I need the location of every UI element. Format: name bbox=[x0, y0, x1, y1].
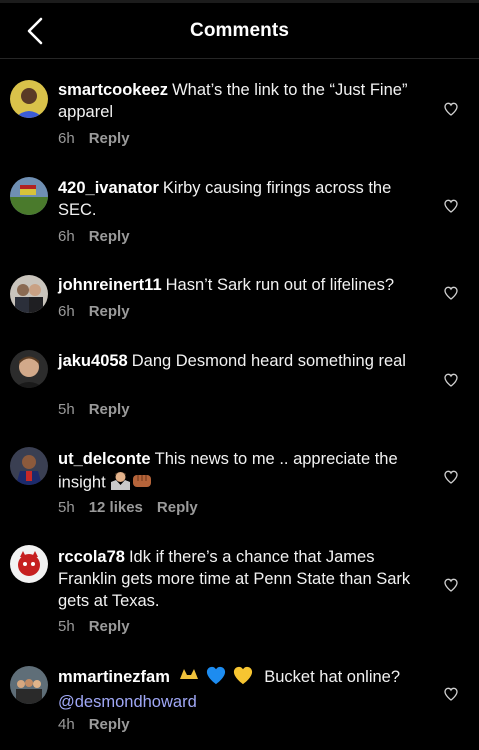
person-shrugging-emoji bbox=[110, 470, 131, 496]
blue-heart-emoji bbox=[205, 665, 227, 691]
heart-icon[interactable] bbox=[443, 372, 459, 388]
comment-meta: 6h Reply bbox=[58, 130, 130, 147]
heart-icon[interactable] bbox=[443, 198, 459, 214]
avatar[interactable] bbox=[10, 177, 48, 215]
heart-icon[interactable] bbox=[443, 469, 459, 485]
hook-em-hand-emoji bbox=[178, 665, 200, 691]
comment-username[interactable]: 420_ivanator bbox=[58, 179, 159, 197]
comment-meta: 5h Reply bbox=[58, 401, 130, 418]
likes-count[interactable]: 12 likes bbox=[89, 499, 143, 516]
comment-time: 6h bbox=[58, 228, 75, 245]
comment-time: 6h bbox=[58, 130, 75, 147]
avatar[interactable] bbox=[10, 80, 48, 118]
avatar[interactable] bbox=[10, 447, 48, 485]
heart-icon[interactable] bbox=[443, 577, 459, 593]
comment-time: 4h bbox=[58, 716, 75, 733]
comment-text: rccola78 Idk if there’s a chance that Jam… bbox=[58, 546, 428, 612]
reply-button[interactable]: Reply bbox=[89, 130, 130, 147]
comment-text: mmartinezfam Bucket hat online? @desmond… bbox=[58, 665, 428, 713]
avatar[interactable] bbox=[10, 545, 48, 583]
status-strip bbox=[0, 0, 479, 3]
comment-time: 5h bbox=[58, 401, 75, 418]
comment-text: 420_ivanator Kirby causing firings across… bbox=[58, 177, 428, 221]
comment-text: ut_delconte This news to me .. appreciate… bbox=[58, 448, 428, 496]
reply-button[interactable]: Reply bbox=[89, 303, 130, 320]
top-bar: Comments bbox=[0, 0, 479, 59]
comment-time: 5h bbox=[58, 499, 75, 516]
comment-body: Dang Desmond heard something real bbox=[131, 352, 406, 370]
comment-meta: 4h Reply bbox=[58, 716, 130, 733]
comment-meta: 5h Reply bbox=[58, 618, 130, 635]
comment-username[interactable]: smartcookeez bbox=[58, 81, 168, 99]
comment-meta: 6h Reply bbox=[58, 228, 130, 245]
comment-username[interactable]: rccola78 bbox=[58, 548, 125, 566]
comment-time: 6h bbox=[58, 303, 75, 320]
comment-username[interactable]: jaku4058 bbox=[58, 352, 128, 370]
comment-body: Hasn’t Sark run out of lifelines? bbox=[165, 276, 394, 294]
avatar[interactable] bbox=[10, 350, 48, 388]
comments-screen: Comments smartcookeez What’s the link to … bbox=[0, 0, 479, 750]
reply-button[interactable]: Reply bbox=[157, 499, 198, 516]
comment-time: 5h bbox=[58, 618, 75, 635]
comment-username[interactable]: johnreinert11 bbox=[58, 276, 162, 294]
heart-icon[interactable] bbox=[443, 101, 459, 117]
avatar[interactable] bbox=[10, 666, 48, 704]
yellow-heart-emoji bbox=[232, 665, 254, 691]
reply-button[interactable]: Reply bbox=[89, 401, 130, 418]
comment-body: Bucket hat online? bbox=[264, 668, 401, 687]
heart-icon[interactable] bbox=[443, 686, 459, 702]
fist-bump-emoji bbox=[131, 470, 153, 496]
page-title: Comments bbox=[190, 20, 289, 41]
reply-button[interactable]: Reply bbox=[89, 618, 130, 635]
heart-icon[interactable] bbox=[443, 285, 459, 301]
comment-username[interactable]: ut_delconte bbox=[58, 450, 151, 468]
comment-text: johnreinert11 Hasn’t Sark run out of life… bbox=[58, 274, 428, 296]
comment-username[interactable]: mmartinezfam bbox=[58, 668, 170, 686]
reply-button[interactable]: Reply bbox=[89, 716, 130, 733]
comment-meta: 6h Reply bbox=[58, 303, 130, 320]
reply-button[interactable]: Reply bbox=[89, 228, 130, 245]
mention-link[interactable]: @desmondhoward bbox=[58, 693, 197, 711]
avatar[interactable] bbox=[10, 275, 48, 313]
comment-meta: 5h 12 likes Reply bbox=[58, 499, 198, 516]
comment-text: smartcookeez What’s the link to the “Just… bbox=[58, 79, 428, 123]
comment-text: jaku4058 Dang Desmond heard something rea… bbox=[58, 350, 428, 372]
